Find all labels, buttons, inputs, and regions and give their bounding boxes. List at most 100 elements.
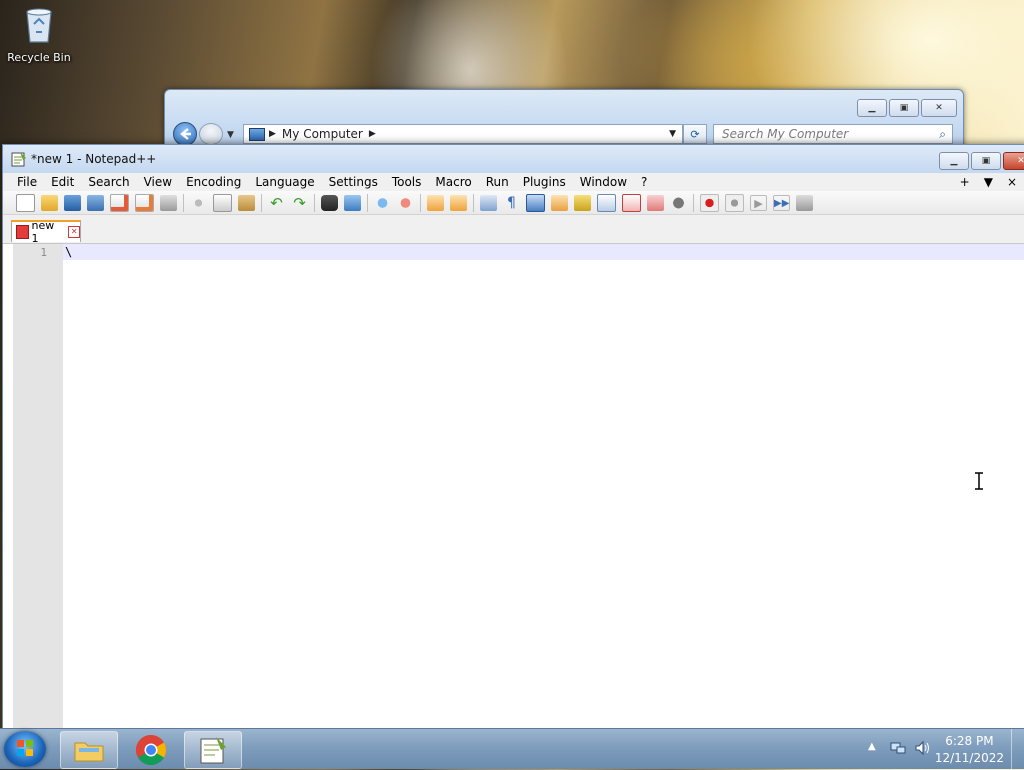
refresh-button[interactable]: ⟳: [683, 124, 707, 144]
macro-save-icon[interactable]: [796, 194, 813, 211]
tab-list-dropdown-button[interactable]: ▼: [977, 175, 1000, 189]
sync-horizontal-icon[interactable]: [450, 194, 467, 211]
menu-help[interactable]: ?: [634, 175, 654, 189]
search-input[interactable]: Search My Computer ⌕: [713, 124, 953, 144]
forward-button[interactable]: [199, 123, 223, 145]
windows-logo-icon: [17, 740, 33, 756]
close-file-icon[interactable]: [110, 193, 129, 212]
show-hidden-icons-button[interactable]: ▲: [868, 741, 876, 752]
menu-edit[interactable]: Edit: [44, 175, 81, 189]
recycle-bin-label: Recycle Bin: [7, 51, 71, 64]
line-number-gutter: [13, 244, 63, 734]
tab-new-1[interactable]: new 1 ✕: [11, 219, 81, 245]
address-text[interactable]: My Computer: [282, 127, 363, 141]
notepadpp-titlebar[interactable]: *new 1 - Notepad++ ▁ ▣ ✕: [3, 145, 1024, 173]
notepadpp-taskbar-icon: [200, 737, 226, 764]
notepadpp-window[interactable]: *new 1 - Notepad++ ▁ ▣ ✕ File Edit Searc…: [2, 144, 1024, 736]
menu-run[interactable]: Run: [479, 175, 516, 189]
redo-icon[interactable]: ↷: [291, 195, 308, 211]
close-document-button[interactable]: ×: [1000, 175, 1024, 189]
explorer-window-controls: ▁ ▣ ✕: [857, 99, 957, 117]
explorer-maximize-button[interactable]: ▣: [889, 99, 919, 117]
system-clock[interactable]: 6:28 PM 12/11/2022: [935, 733, 1004, 767]
toolbar-separator: [473, 193, 474, 212]
zoom-in-icon[interactable]: [374, 194, 391, 211]
user-language-icon[interactable]: [551, 194, 568, 211]
clock-time: 6:28 PM: [945, 734, 994, 748]
recycle-bin-desktop-icon[interactable]: Recycle Bin: [6, 6, 72, 64]
ibeam-cursor-icon: [975, 472, 983, 490]
close-all-icon[interactable]: [135, 193, 154, 212]
menu-tools[interactable]: Tools: [385, 175, 429, 189]
minimize-button[interactable]: ▁: [939, 152, 969, 170]
taskbar-chrome-button[interactable]: [122, 731, 180, 769]
new-tab-plus-button[interactable]: +: [953, 175, 977, 189]
address-dropdown-icon[interactable]: ▼: [669, 129, 676, 139]
editor-area[interactable]: [63, 244, 1024, 734]
toolbar-separator: [420, 193, 421, 212]
start-button[interactable]: [4, 731, 46, 767]
breadcrumb-arrow-icon[interactable]: ▶: [369, 129, 376, 139]
show-desktop-button[interactable]: [1011, 729, 1024, 769]
new-file-icon[interactable]: [16, 193, 35, 212]
undo-icon[interactable]: ↶: [268, 195, 285, 211]
paste-icon[interactable]: [238, 194, 255, 211]
taskbar-explorer-button[interactable]: [60, 731, 118, 769]
macro-stop-icon[interactable]: [725, 193, 744, 212]
menu-view[interactable]: View: [137, 175, 179, 189]
tab-close-icon[interactable]: ✕: [68, 226, 80, 238]
open-file-icon[interactable]: [41, 194, 58, 211]
explorer-minimize-button[interactable]: ▁: [857, 99, 887, 117]
save-all-icon[interactable]: [87, 194, 104, 211]
line-number: 1: [40, 246, 47, 259]
macro-play-icon[interactable]: ▶: [750, 194, 767, 211]
show-all-characters-icon[interactable]: ¶: [503, 195, 520, 211]
replace-icon[interactable]: [344, 194, 361, 211]
indent-guide-icon[interactable]: [526, 193, 545, 212]
history-dropdown-icon[interactable]: ▼: [227, 130, 234, 140]
search-placeholder: Search My Computer: [722, 127, 849, 141]
macro-record-icon[interactable]: [700, 193, 719, 212]
menu-settings[interactable]: Settings: [322, 175, 385, 189]
copy-icon[interactable]: [213, 193, 232, 212]
menu-encoding[interactable]: Encoding: [179, 175, 248, 189]
menu-window[interactable]: Window: [573, 175, 634, 189]
folder-workspace-icon[interactable]: [647, 194, 664, 211]
toolbar-separator: [183, 193, 184, 212]
recycle-bin-icon: [26, 8, 52, 43]
doc-map-icon[interactable]: [574, 194, 591, 211]
tab-label: new 1: [31, 219, 55, 245]
folder-icon: [74, 742, 104, 762]
menu-search[interactable]: Search: [81, 175, 136, 189]
menu-file[interactable]: File: [3, 175, 44, 189]
search-icon[interactable]: ⌕: [939, 127, 946, 142]
function-list-icon[interactable]: [622, 193, 641, 212]
taskbar-notepadpp-button[interactable]: [184, 731, 242, 769]
monitoring-icon[interactable]: [670, 194, 687, 211]
save-icon[interactable]: [64, 194, 81, 211]
find-icon[interactable]: [321, 194, 338, 211]
refresh-icon: ⟳: [690, 127, 700, 141]
clock-date: 12/11/2022: [934, 751, 1004, 765]
network-icon[interactable]: [890, 740, 906, 756]
maximize-button[interactable]: ▣: [971, 152, 1001, 170]
menu-plugins[interactable]: Plugins: [516, 175, 573, 189]
back-arrow-icon: [180, 128, 191, 140]
explorer-close-button[interactable]: ✕: [921, 99, 957, 117]
menu-language[interactable]: Language: [248, 175, 321, 189]
menu-macro[interactable]: Macro: [428, 175, 478, 189]
close-button[interactable]: ✕: [1003, 152, 1024, 170]
back-button[interactable]: [173, 122, 197, 146]
address-bar[interactable]: ▶ My Computer ▶ ▼: [243, 124, 683, 144]
explorer-window[interactable]: ▁ ▣ ✕ ▼ ▶ My Computer ▶ ▼ ⟳ Search My Co…: [164, 89, 964, 151]
notepadpp-window-controls: ▁ ▣ ✕: [939, 152, 1024, 170]
cut-icon[interactable]: [190, 194, 207, 211]
macro-play-multiple-icon[interactable]: ▶▶: [773, 194, 790, 211]
volume-icon[interactable]: [914, 740, 932, 756]
zoom-out-icon[interactable]: [397, 194, 414, 211]
breadcrumb-arrow-icon[interactable]: ▶: [269, 129, 276, 139]
doc-list-icon[interactable]: [597, 193, 616, 212]
sync-vertical-icon[interactable]: [427, 194, 444, 211]
word-wrap-icon[interactable]: [480, 194, 497, 211]
print-icon[interactable]: [160, 194, 177, 211]
